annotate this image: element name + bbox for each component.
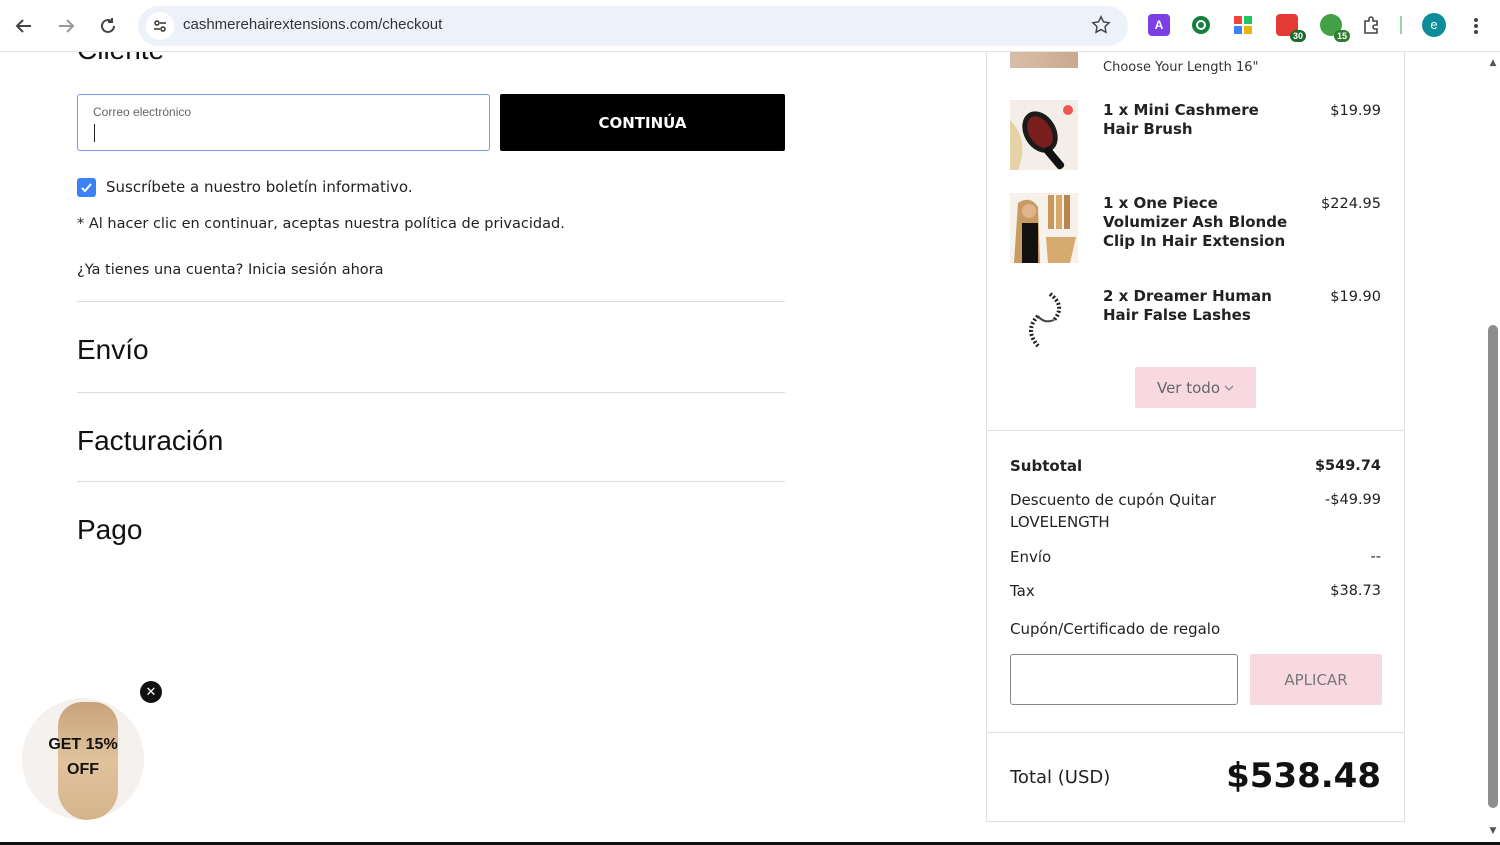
discount-code: LOVELENGTH: [1010, 513, 1110, 531]
checkmark-icon: [81, 183, 92, 193]
product-thumbnail-partial: [1010, 52, 1078, 68]
browser-toolbar: cashmerehairextensions.com/checkout A 30…: [0, 0, 1500, 52]
url-text[interactable]: cashmerehairextensions.com/checkout: [183, 16, 442, 33]
shipping-label: Envío: [1010, 548, 1052, 566]
extension-green-icon[interactable]: 15: [1320, 14, 1350, 42]
total-value: $538.48: [1226, 756, 1381, 796]
billing-section-title[interactable]: Facturación: [77, 425, 223, 457]
panel-divider: [987, 430, 1404, 431]
extension-a-icon[interactable]: A: [1148, 14, 1170, 36]
extensions-puzzle-icon[interactable]: [1360, 14, 1382, 36]
discount-promo-bubble[interactable]: GET 15% OFF: [22, 698, 144, 820]
item-price: $19.99: [1330, 103, 1381, 119]
continue-button[interactable]: CONTINÚA: [500, 94, 785, 151]
coupon-label: Cupón/Certificado de regalo: [1010, 620, 1221, 638]
promo-line-1: GET 15%: [48, 736, 118, 753]
email-field[interactable]: Correo electrónico: [77, 94, 490, 151]
divider: [77, 392, 785, 393]
profile-avatar[interactable]: e: [1422, 13, 1446, 37]
item-name: 1 x Mini Cashmere Hair Brush: [1103, 101, 1259, 138]
view-all-button[interactable]: Ver todo: [1135, 367, 1256, 408]
address-bar[interactable]: cashmerehairextensions.com/checkout: [138, 6, 1128, 46]
item-price: $224.95: [1321, 196, 1381, 212]
shipping-section-title[interactable]: Envío: [77, 334, 149, 366]
product-thumbnail-extension: [1010, 193, 1078, 263]
bookmark-star-icon[interactable]: [1090, 14, 1112, 40]
subtotal-label: Subtotal: [1010, 457, 1083, 475]
scrollbar-thumb[interactable]: [1488, 325, 1498, 808]
product-thumbnail-brush: [1010, 100, 1078, 170]
total-label: Total (USD): [1010, 767, 1111, 788]
close-promo-icon[interactable]: ✕: [140, 681, 162, 703]
item-variant: Choose Your Length 16": [1103, 60, 1259, 75]
scroll-down-arrow-icon[interactable]: ▼: [1487, 826, 1499, 836]
reload-icon[interactable]: [94, 12, 122, 40]
tax-value: $38.73: [1330, 583, 1381, 599]
item-price: $19.90: [1330, 289, 1381, 305]
discount-value: -$49.99: [1325, 492, 1381, 508]
extension-grammarly-icon[interactable]: [1190, 14, 1212, 36]
email-field-label: Correo electrónico: [93, 105, 192, 119]
scroll-up-arrow-icon[interactable]: ▲: [1487, 58, 1499, 68]
extension-badge-15: 15: [1333, 30, 1350, 42]
payment-section-title[interactable]: Pago: [77, 514, 142, 546]
newsletter-checkbox[interactable]: [77, 178, 96, 197]
shipping-value: --: [1370, 549, 1381, 565]
divider: [77, 301, 785, 302]
view-all-label: Ver todo: [1156, 378, 1221, 397]
chevron-down-icon: [1224, 385, 1234, 391]
privacy-notice: * Al hacer clic en continuar, aceptas nu…: [77, 216, 565, 232]
login-link[interactable]: ¿Ya tienes una cuenta? Inicia sesión aho…: [77, 262, 384, 278]
toolbar-divider: [1400, 16, 1402, 34]
divider: [77, 481, 785, 482]
coupon-input[interactable]: [1010, 654, 1238, 705]
product-thumbnail-lashes: [1010, 286, 1078, 356]
item-name: 2 x Dreamer Human Hair False Lashes: [1103, 287, 1272, 324]
item-name: 1 x One Piece Volumizer Ash Blonde Clip …: [1103, 194, 1288, 250]
site-settings-icon[interactable]: [146, 12, 174, 40]
extension-red-icon[interactable]: 30: [1276, 14, 1306, 42]
subtotal-value: $549.74: [1314, 458, 1381, 474]
panel-divider: [987, 732, 1404, 733]
promo-line-2: OFF: [67, 761, 99, 778]
extension-badge-30: 30: [1289, 30, 1306, 42]
discount-label: Descuento de cupón Quitar: [1010, 491, 1216, 509]
apply-coupon-button[interactable]: APLICAR: [1250, 654, 1382, 705]
forward-icon[interactable]: [52, 12, 80, 40]
newsletter-label[interactable]: Suscríbete a nuestro boletín informativo…: [106, 178, 413, 196]
menu-kebab-icon[interactable]: [1462, 12, 1490, 40]
back-icon[interactable]: [10, 12, 38, 40]
tax-label: Tax: [1010, 582, 1035, 600]
extension-grid-icon[interactable]: [1232, 14, 1254, 36]
text-caret: [94, 124, 95, 142]
